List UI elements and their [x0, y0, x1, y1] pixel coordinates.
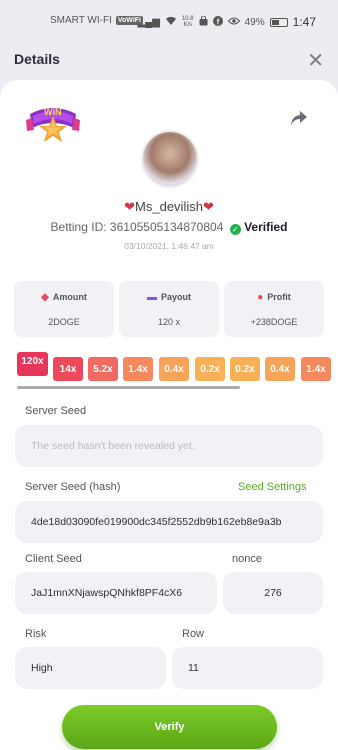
win-badge-icon: WIN [24, 100, 82, 142]
multiplier-scrollbar[interactable] [17, 386, 240, 389]
multiplier-strip[interactable]: 120x 14x 5.2x 1.4x 0.4x 0.2x 0.2x 0.4x 1… [17, 350, 338, 386]
stat-profit-label: Profit [267, 292, 291, 302]
network-speed: 10.8 K/s [181, 16, 194, 28]
stat-profit: ● Profit +238DOGE [224, 281, 324, 337]
bet-stats: ◆ Amount 2DOGE ▬ Payout 120 x ● Profit +238… [14, 281, 324, 337]
multiplier-chip: 1.4x [301, 354, 331, 381]
multiplier-chip: 5.2x [88, 354, 118, 381]
heart-icon: ❤ [202, 199, 214, 214]
username: ❤Ms_devilish❤ [0, 199, 338, 215]
client-seed-label: Client Seed [25, 553, 82, 565]
svg-text:f: f [216, 17, 219, 26]
stat-payout-value: 120 x [157, 317, 181, 327]
user-up-icon: ● [257, 292, 264, 303]
risk-select[interactable]: High [15, 647, 166, 689]
page-title: Details [14, 51, 60, 67]
stat-amount: ◆ Amount 2DOGE [14, 281, 114, 337]
battery-percent: 49% [244, 16, 265, 28]
row-label: Row [182, 628, 205, 640]
client-seed-field[interactable]: JaJ1mnXNjawspQNhkf8PF4cX6 [15, 572, 217, 614]
heart-icon: ❤ [124, 199, 136, 214]
betting-id-label: Betting ID: [50, 220, 107, 234]
server-seed-hash-label: Server Seed (hash) [25, 481, 121, 493]
clock: 1:47 [292, 15, 316, 29]
multiplier-chip: 0.4x [159, 354, 189, 381]
eye-icon [227, 17, 240, 28]
verified-label: Verified [244, 220, 288, 234]
server-seed-label: Server Seed [25, 405, 87, 417]
betting-id-row: Betting ID: 36105505134870804 ✓ Verified [0, 220, 338, 235]
multiplier-chip: 0.4x [265, 354, 295, 381]
server-seed-hash-field[interactable]: 4de18d03090fe019900dc345f2552db9b162eb8e… [15, 501, 323, 543]
signal-icon: ▂▄▆ [137, 16, 160, 28]
server-seed-field[interactable]: The seed hasn't been revealed yet. [15, 425, 323, 467]
carrier-label: SMART WI-FI [50, 15, 112, 26]
multiplier-chip: 14x [53, 354, 83, 381]
risk-label: Risk [25, 628, 47, 640]
wifi-icon [165, 16, 177, 29]
shopping-bag-icon [199, 15, 208, 29]
battery-icon [269, 17, 288, 27]
verified-shield-icon: ✓ [229, 224, 241, 235]
close-icon[interactable]: ✕ [307, 48, 324, 73]
facebook-icon: f [212, 15, 223, 29]
stat-payout: ▬ Payout 120 x [119, 281, 219, 337]
card-icon: ▬ [146, 292, 157, 303]
multiplier-chip: 0.2x [195, 354, 225, 381]
seed-settings-link[interactable]: Seed Settings [238, 481, 307, 493]
multiplier-chip: 120x [17, 350, 48, 376]
nonce-field[interactable]: 276 [223, 572, 323, 614]
nonce-label: nonce [232, 553, 262, 565]
stat-payout-label: Payout [160, 292, 191, 302]
row-select[interactable]: 11 [172, 647, 323, 689]
stat-profit-value: +238DOGE [250, 317, 298, 327]
betting-id-value: 36105505134870804 [109, 220, 224, 234]
coins-icon: ◆ [41, 292, 49, 303]
status-bar: SMART WI-FI VoWiFi ▂▄▆ 10.8 K/s f 49% 1:… [0, 0, 338, 40]
multiplier-chip: 1.4x [123, 354, 153, 381]
win-badge-text: WIN [44, 107, 62, 117]
stat-amount-value: 2DOGE [48, 317, 80, 327]
multiplier-chip: 0.2x [230, 354, 260, 381]
verify-button[interactable]: Verify [62, 705, 277, 749]
avatar [141, 130, 199, 188]
details-header: Details ✕ [0, 40, 338, 80]
stat-amount-label: Amount [52, 292, 87, 302]
share-icon[interactable] [290, 110, 308, 131]
username-text: Ms_devilish [135, 199, 203, 214]
bet-timestamp: 03/10/2021, 1:46:47 am [124, 241, 214, 251]
